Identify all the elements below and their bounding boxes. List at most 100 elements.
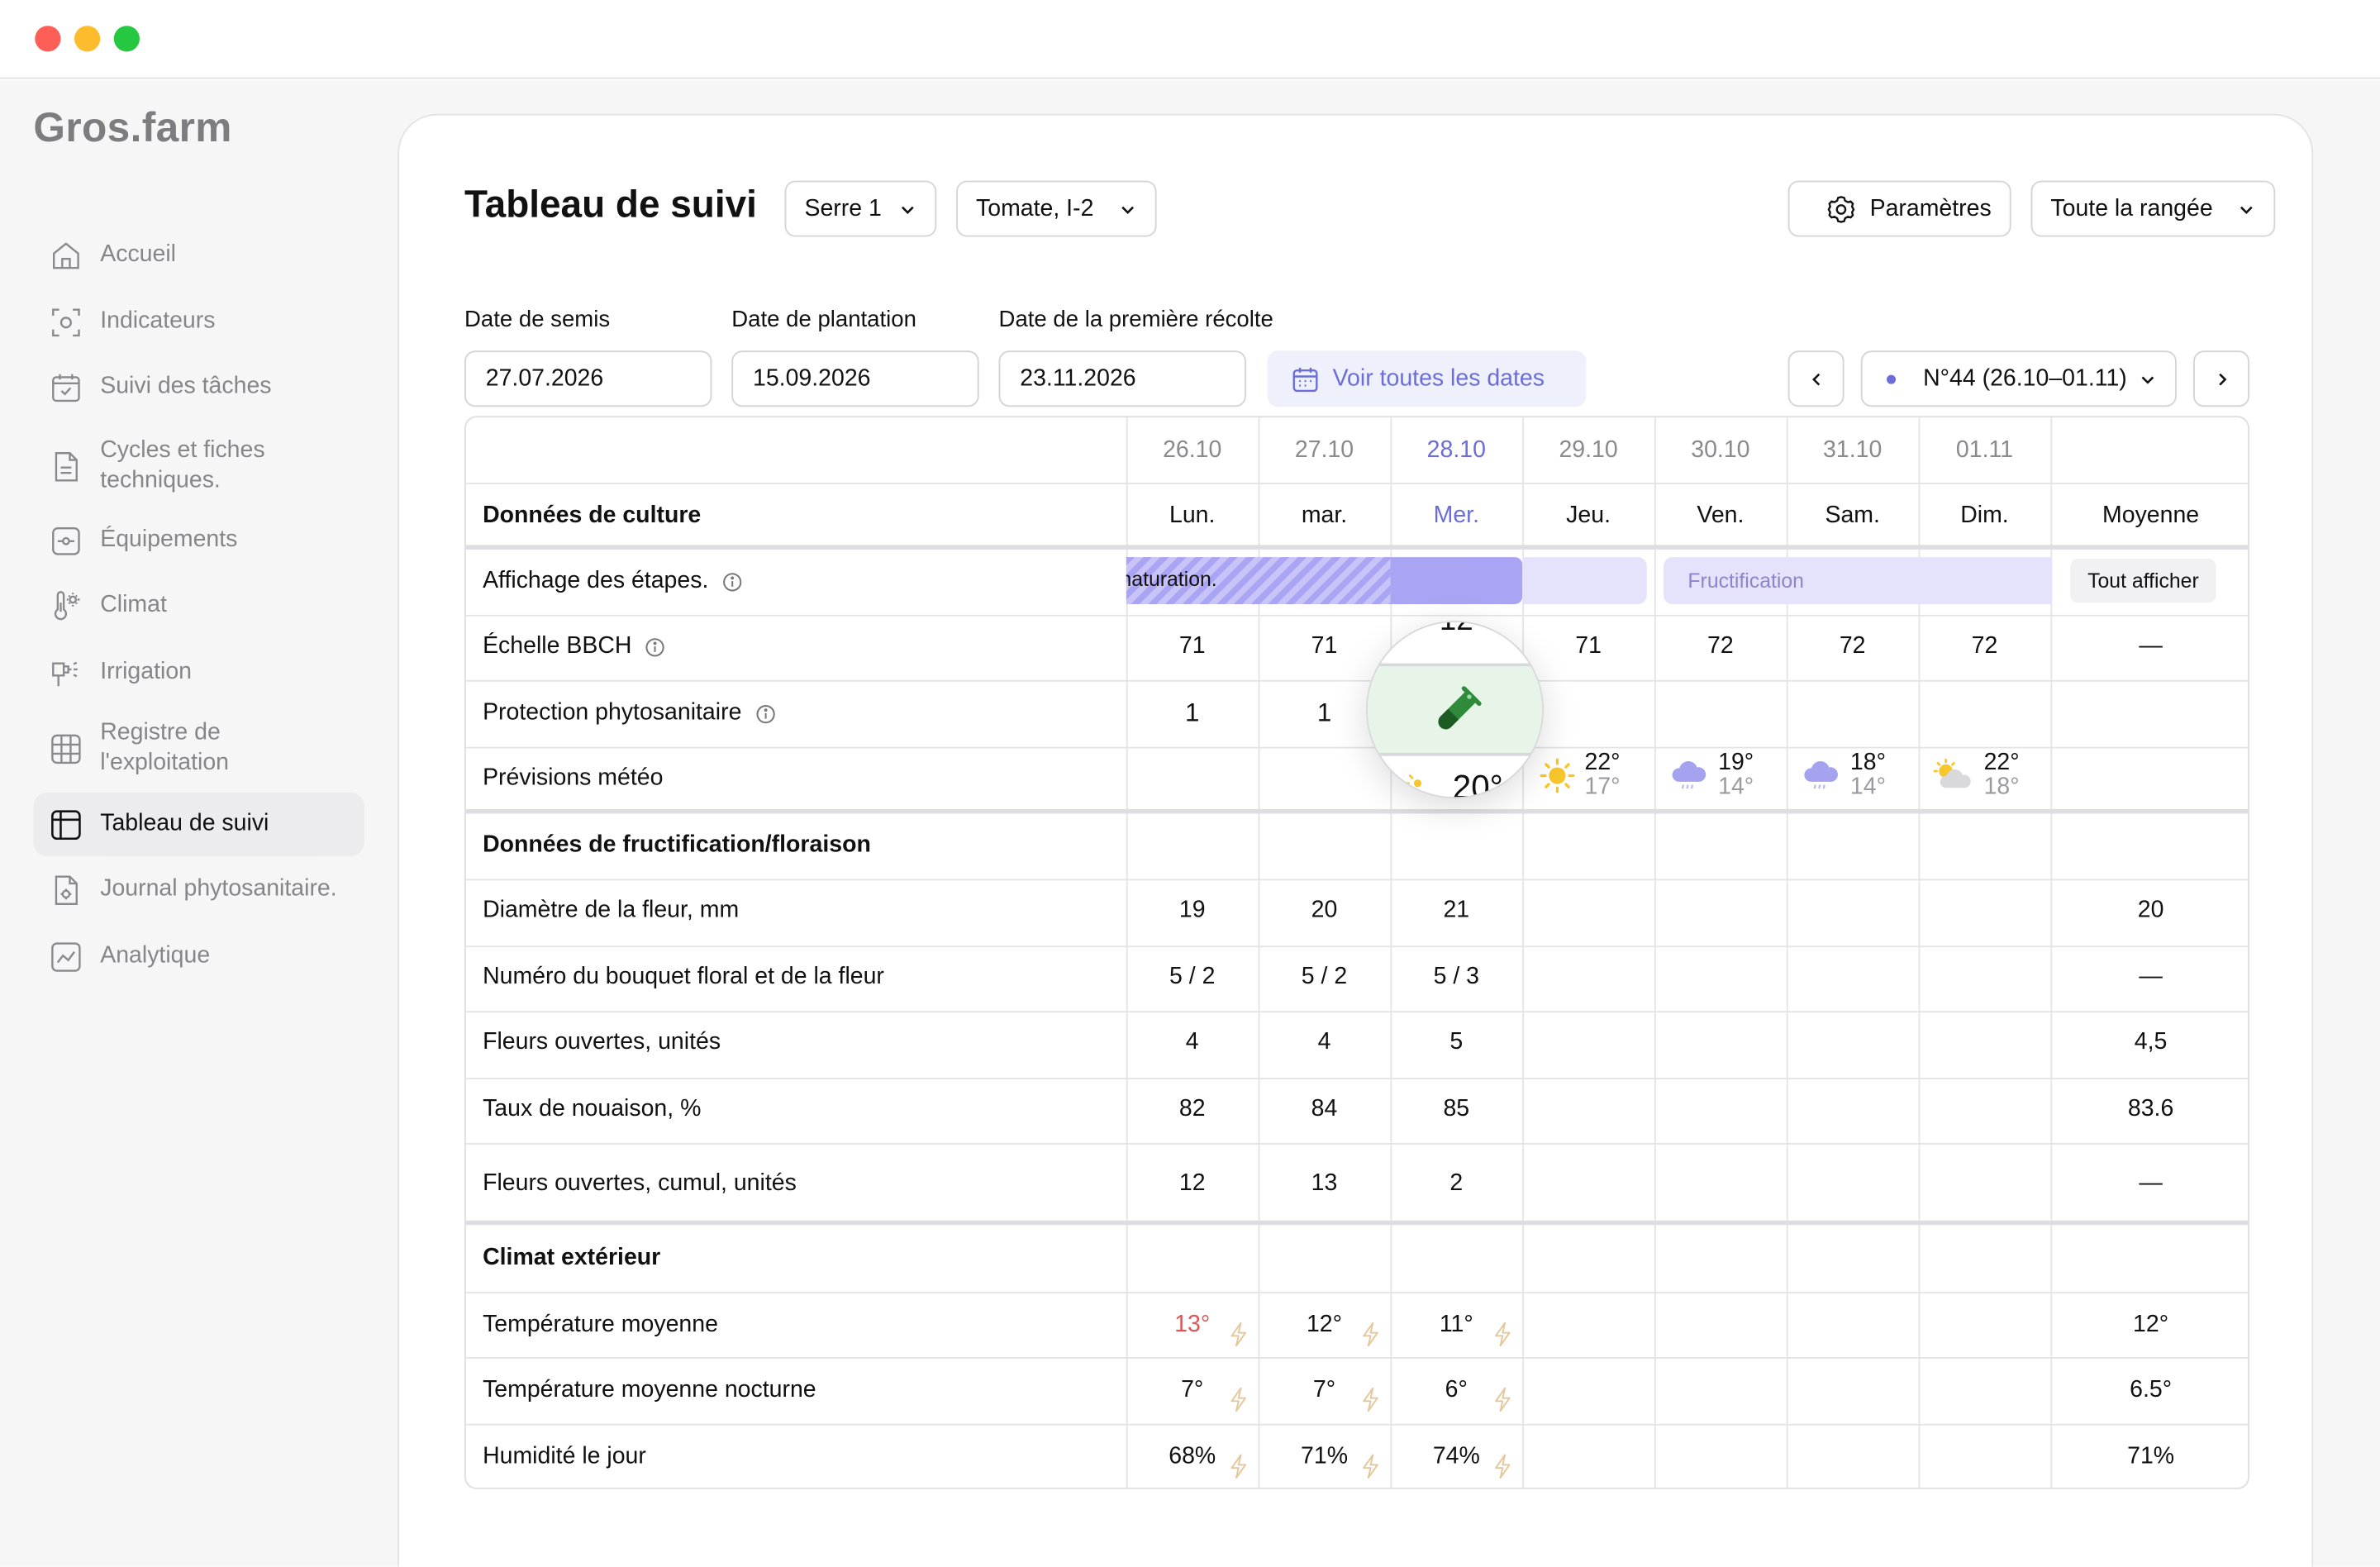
fruit-average: 83.6: [2127, 1096, 2174, 1122]
protection-cell[interactable]: 1: [1126, 698, 1259, 729]
bbch-cell[interactable]: 71: [1522, 631, 1654, 662]
lightning-icon: [1362, 1454, 1380, 1479]
crop-select[interactable]: Tomate, I-2: [956, 180, 1157, 237]
weather-cell: 22° 17°: [1539, 750, 1621, 800]
stage-bar-maturation[interactable]: naturation.: [1126, 557, 1391, 605]
sidebar-item-climat[interactable]: Climat: [33, 574, 364, 637]
settings-button[interactable]: Paramètres: [1787, 180, 2011, 237]
table-icon: [51, 809, 81, 840]
lightning-icon: [1493, 1322, 1511, 1347]
irrigation-icon: [52, 660, 78, 686]
sidebar-item-cycles[interactable]: Cycles et fiches techniques.: [33, 432, 364, 499]
fruit-cell[interactable]: 19: [1126, 896, 1259, 926]
fruit-cell[interactable]: 21: [1390, 896, 1522, 926]
fruit-cell[interactable]: 2: [1390, 1169, 1522, 1199]
row-select[interactable]: Toute la rangée: [2030, 180, 2276, 237]
fruit-cell[interactable]: 5: [1390, 1027, 1522, 1058]
date-header: 26.10: [1163, 436, 1222, 464]
fruit-average: 20: [2137, 897, 2164, 923]
sidebar-item-equipements[interactable]: Équipements: [33, 508, 364, 572]
info-icon[interactable]: [645, 636, 665, 656]
week-select[interactable]: N°44 (26.10–01.11): [1860, 350, 2177, 407]
stage-bar-current[interactable]: [1390, 557, 1523, 605]
row-select-value: Toute la rangée: [2050, 195, 2213, 221]
sidebar-item-analytique[interactable]: Analytique: [33, 925, 364, 988]
lightning-icon: [1362, 1387, 1380, 1412]
sidebar-item-label: Cycles et fiches techniques.: [100, 436, 265, 493]
weather-cell: 22° 18°: [1932, 750, 2020, 800]
page-title: Tableau de suivi: [464, 183, 757, 226]
crop-select-value: Tomate, I-2: [975, 195, 1094, 221]
sidebar-item-indicateurs[interactable]: Indicateurs: [33, 290, 364, 354]
day-header: Lun.: [1169, 502, 1216, 529]
show-all-button[interactable]: Tout afficher: [2070, 558, 2216, 603]
next-week-button[interactable]: [2193, 350, 2249, 407]
stages-row-label: Affichage des étapes.: [483, 566, 742, 597]
week-dot-icon: [1887, 374, 1897, 383]
fruit-cell[interactable]: 5 / 3: [1390, 962, 1522, 993]
fruit-cell[interactable]: 4: [1259, 1027, 1391, 1058]
sidebar-item-journal-phyto[interactable]: Journal phytosanitaire.: [33, 858, 364, 922]
fruit-cell[interactable]: 13: [1259, 1169, 1391, 1199]
fruit-cell[interactable]: 5 / 2: [1126, 962, 1259, 993]
sidebar-item-suivi-taches[interactable]: Suivi des tâches: [33, 355, 364, 419]
magnifier-lens: 12 20°: [1366, 621, 1544, 799]
planting-date-field[interactable]: 15.09.2026: [731, 350, 979, 407]
fruit-cell[interactable]: 5 / 2: [1259, 962, 1391, 993]
info-icon[interactable]: [722, 572, 742, 592]
phyto-journal-icon: [55, 874, 78, 905]
prev-week-button[interactable]: [1787, 350, 1844, 407]
climate-average: 71%: [2127, 1443, 2175, 1469]
bbch-cell[interactable]: 72: [1654, 631, 1787, 662]
calendar-icon: [1292, 366, 1318, 392]
greenhouse-select-value: Serre 1: [804, 195, 882, 221]
fruit-row-label: Taux de nouaison, %: [483, 1096, 702, 1122]
sidebar-item-accueil[interactable]: Accueil: [33, 223, 364, 287]
chevron-right-icon: [2218, 372, 2226, 385]
fruit-cell[interactable]: 82: [1126, 1094, 1259, 1125]
weather-high: 22°: [1584, 750, 1621, 776]
info-icon[interactable]: [755, 703, 775, 723]
fruit-cell[interactable]: 12: [1126, 1169, 1259, 1199]
fruit-row-label: Fleurs ouvertes, cumul, unités: [483, 1170, 797, 1197]
climate-average: 12°: [2133, 1311, 2169, 1338]
date-header: 31.10: [1823, 436, 1883, 464]
fruit-average: —: [2139, 1170, 2163, 1197]
fruit-cell[interactable]: 85: [1390, 1094, 1522, 1125]
chevron-down-icon: [2240, 205, 2253, 214]
bbch-cell[interactable]: 72: [1787, 631, 1919, 662]
week-select-value: N°44 (26.10–01.11): [1923, 364, 2127, 391]
fruit-average: 4,5: [2134, 1029, 2168, 1055]
bbch-cell[interactable]: 71: [1126, 631, 1259, 662]
date-header: 30.10: [1691, 436, 1750, 464]
day-header: Sam.: [1825, 502, 1880, 529]
day-header: Jeu.: [1566, 502, 1611, 529]
sidebar-item-tableau-de-suivi[interactable]: Tableau de suivi: [33, 792, 364, 856]
close-window-button[interactable]: [35, 26, 61, 52]
stage-bar-transition[interactable]: [1522, 557, 1647, 605]
app-body: Gros.farm Accueil Indicateurs Suivi des …: [0, 80, 2380, 1567]
chevron-down-icon: [2141, 375, 2154, 383]
greenhouse-select[interactable]: Serre 1: [784, 180, 937, 237]
minimize-window-button[interactable]: [74, 26, 101, 52]
stage-bar-fructification[interactable]: Fructification: [1664, 557, 2053, 605]
analytics-icon: [51, 941, 81, 971]
sidebar-item-irrigation[interactable]: Irrigation: [33, 641, 364, 704]
maximize-window-button[interactable]: [113, 26, 140, 52]
sidebar-item-registre[interactable]: Registre de l'exploitation: [33, 715, 364, 782]
section-climate: Climat extérieur: [483, 1245, 661, 1271]
fruit-cell[interactable]: 20: [1259, 896, 1391, 926]
all-dates-button[interactable]: Voir toutes les dates: [1267, 350, 1587, 407]
stage-prev-label: naturation.: [1126, 567, 1217, 591]
bbch-cell[interactable]: 72: [1919, 631, 2051, 662]
fruit-cell[interactable]: 4: [1126, 1027, 1259, 1058]
sowing-date-field[interactable]: 27.07.2026: [464, 350, 712, 407]
fruit-average: —: [2139, 964, 2163, 990]
sidebar-item-label: Indicateurs: [100, 307, 216, 335]
harvest-date-field[interactable]: 23.11.2026: [998, 350, 1246, 407]
lightning-icon: [1493, 1454, 1511, 1479]
rain-cloud-icon: [1672, 761, 1706, 789]
fruit-cell[interactable]: 84: [1259, 1094, 1391, 1125]
indicators-icon: [52, 307, 80, 336]
weather-cell: 19° 14°: [1669, 750, 1754, 800]
